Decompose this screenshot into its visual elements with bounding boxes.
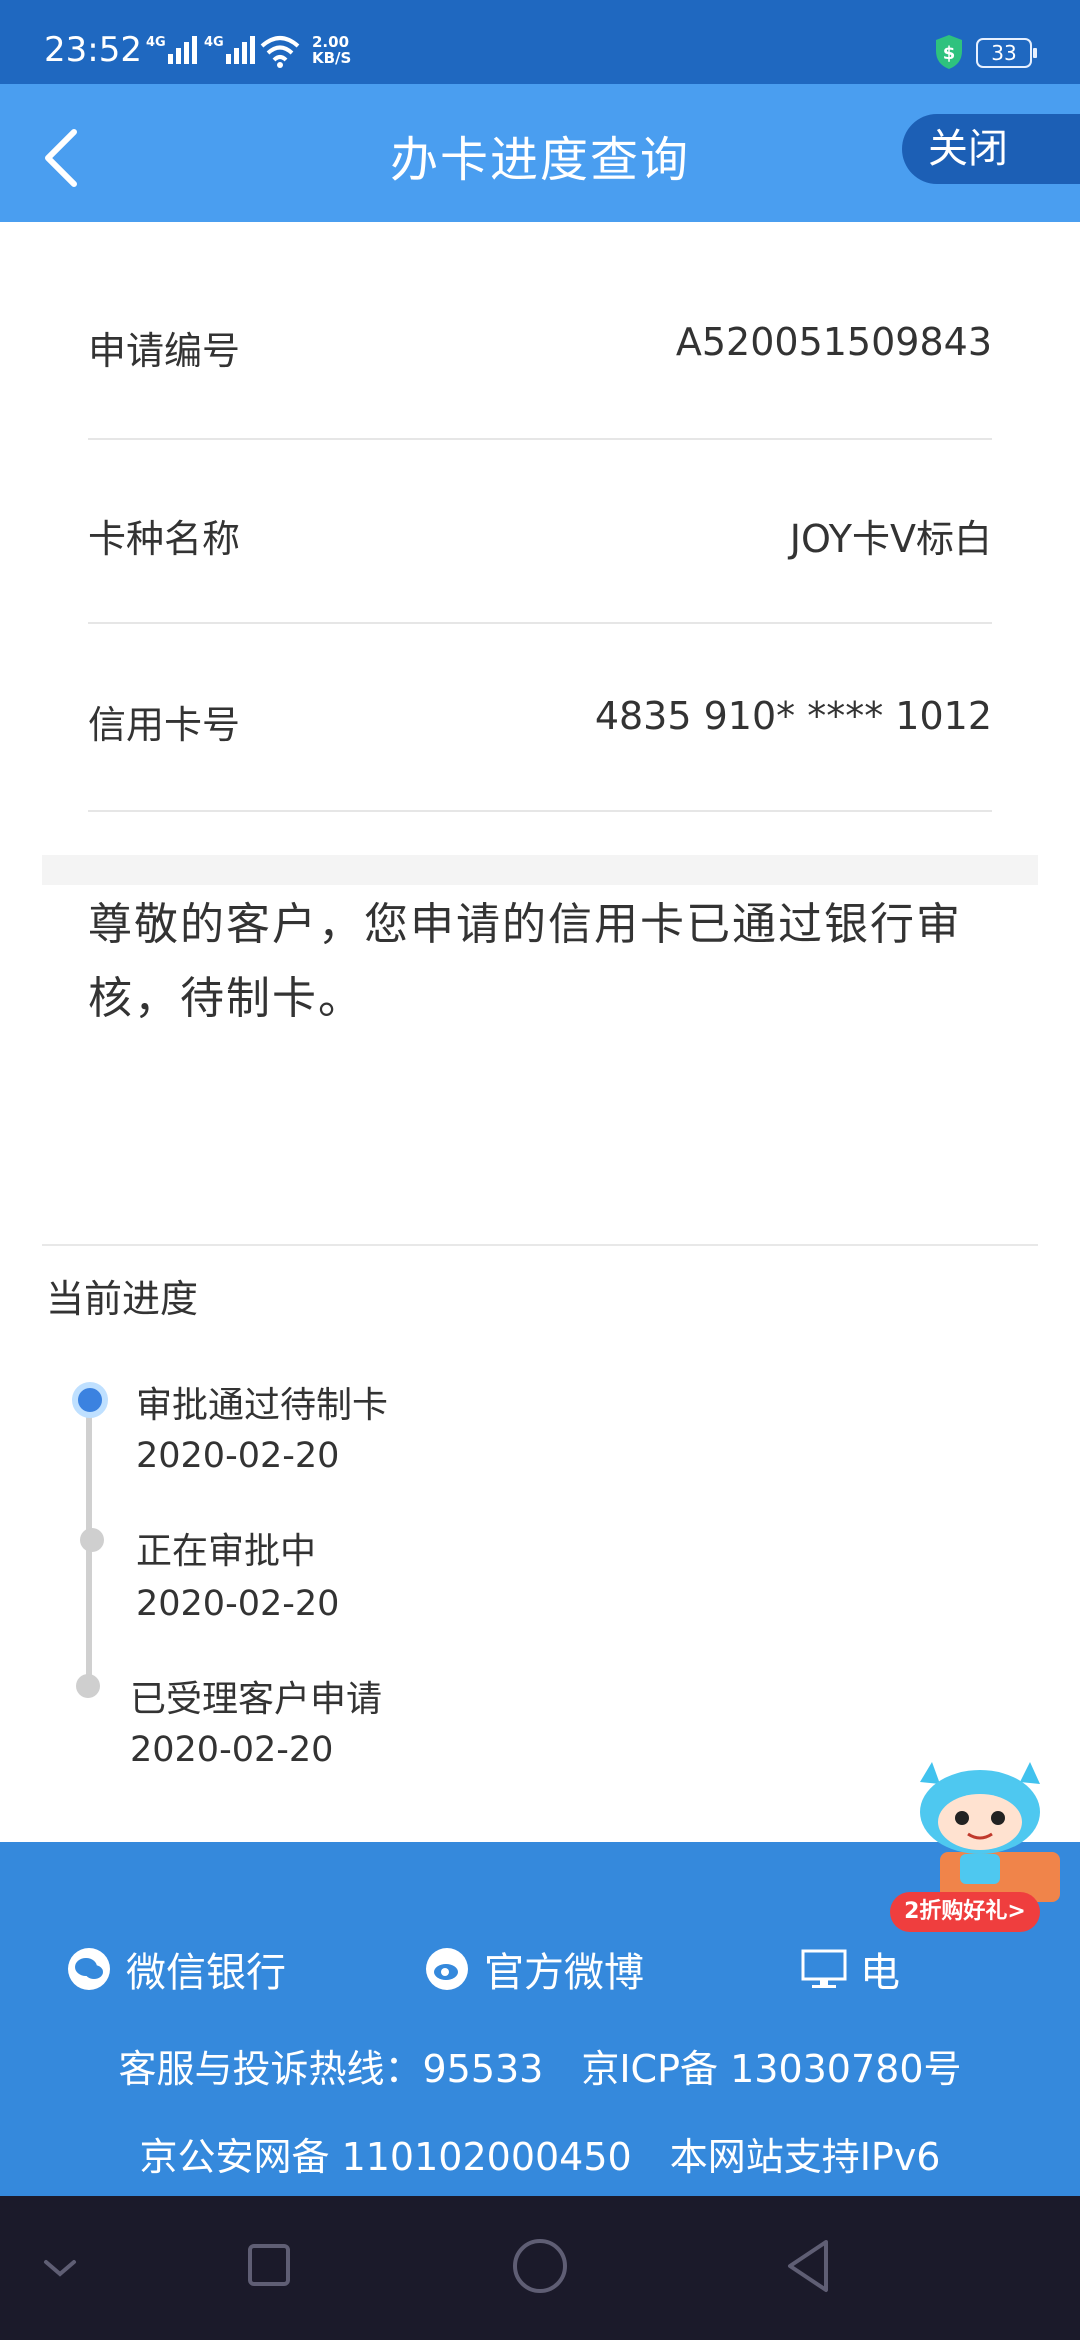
svg-text:$: $	[943, 43, 956, 64]
wechat-icon	[68, 1948, 110, 1990]
weibo-link[interactable]: 官方微博	[484, 1940, 644, 1998]
computer-icon	[801, 1949, 847, 1988]
application-number-row: 申请编号 A520051509843	[88, 306, 992, 440]
info-value: JOY卡V标白	[789, 517, 992, 561]
promo-badge[interactable]: 2折购好礼>	[890, 1892, 1040, 1932]
recent-apps-icon[interactable]	[246, 2238, 292, 2298]
app-header: 办卡进度查询 关闭	[0, 84, 1080, 222]
info-label: 申请编号	[88, 329, 241, 373]
svg-text:4G: 4G	[146, 35, 166, 50]
home-icon[interactable]	[510, 2238, 570, 2298]
shield-icon: $	[936, 35, 962, 69]
info-value: 4835 910* **** 1012	[594, 694, 992, 738]
chevron-down-icon[interactable]	[40, 2238, 80, 2298]
wifi-icon	[260, 36, 300, 68]
step-name: 正在审批中	[136, 1531, 317, 1572]
close-button[interactable]: 关闭	[902, 114, 1080, 184]
weibo-icon	[426, 1948, 468, 1990]
net-speed-unit: KB/S	[312, 49, 352, 67]
step-name: 审批通过待制卡	[136, 1385, 389, 1426]
system-nav-bar	[0, 2196, 1080, 2340]
signal-icon: 4G	[146, 35, 197, 64]
timeline-dot	[80, 1528, 104, 1552]
wechat-bank-link[interactable]: 微信银行	[126, 1940, 286, 1998]
step-date: 2020-02-20	[136, 1436, 340, 1476]
back-icon[interactable]	[784, 2238, 834, 2298]
progress-title: 当前进度	[46, 1277, 199, 1321]
net-speed-value: 2.00	[312, 33, 350, 51]
timeline-dot	[76, 1674, 100, 1698]
divider	[42, 1244, 1038, 1246]
step-date: 2020-02-20	[130, 1730, 334, 1770]
signal-icon-2: 4G	[204, 35, 255, 64]
net-speed: 2.00 KB/S	[312, 34, 351, 66]
card-number-row: 信用卡号 4835 910* **** 1012	[88, 622, 992, 812]
battery-icon: 33	[976, 38, 1037, 68]
promo-mascot[interactable]: 2折购好礼>	[880, 1762, 1080, 1962]
mascot-icon	[920, 1762, 1060, 1902]
section-separator	[42, 855, 1038, 885]
hotline-text: 客服与投诉热线：95533 京ICP备 13030780号	[118, 2047, 962, 2091]
timeline-dot-active	[72, 1382, 108, 1418]
status-time: 23:52	[44, 30, 142, 70]
beian-text: 京公安网备 110102000450 本网站支持IPv6	[139, 2135, 941, 2179]
info-label: 卡种名称	[88, 517, 241, 561]
info-label: 信用卡号	[88, 703, 241, 747]
step-name: 已受理客户申请	[130, 1679, 383, 1720]
status-bar: 23:52 4G 4G 2.00 KB/S $ 33	[0, 0, 1080, 84]
status-notice: 尊敬的客户，您申请的信用卡已通过银行审核，待制卡。	[88, 899, 962, 1024]
step-date: 2020-02-20	[136, 1584, 340, 1624]
info-value: A520051509843	[675, 320, 992, 364]
card-type-row: 卡种名称 JOY卡V标白	[88, 438, 992, 624]
svg-text:4G: 4G	[204, 35, 224, 50]
